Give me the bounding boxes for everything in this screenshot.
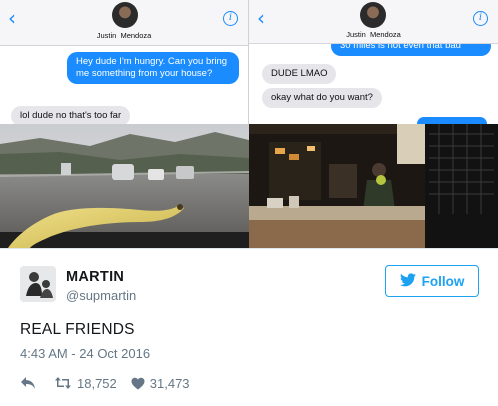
left-chat-screenshot: ‹ Justin Mendoza i Hey dude I'm hungry. …: [0, 0, 249, 124]
reply-icon: [20, 376, 36, 390]
tweet-card: MARTIN @supmartin Follow REAL FRIENDS 4:…: [0, 248, 498, 406]
contact-avatar: [112, 2, 138, 28]
follow-button[interactable]: Follow: [385, 265, 479, 297]
chat-header: ‹ Justin Mendoza i: [0, 0, 248, 46]
twitter-bird-icon: [399, 272, 416, 290]
info-icon: i: [473, 11, 488, 26]
reply-button[interactable]: [20, 376, 36, 390]
received-message-bubble: DUDE LMAO: [262, 64, 337, 84]
display-name[interactable]: MARTIN: [66, 269, 124, 285]
chat-header: ‹ Justin Mendoza i: [249, 0, 498, 44]
highway-banana-photo: [0, 124, 249, 248]
retweet-icon: [54, 376, 72, 390]
user-handle[interactable]: @supmartin: [66, 288, 136, 303]
contact-avatar: [360, 2, 386, 28]
tweet-timestamp[interactable]: 4:43 AM - 24 Oct 2016: [20, 346, 150, 361]
sent-message-bubble-partial: [417, 117, 487, 124]
follow-button-label: Follow: [421, 273, 465, 289]
received-message-bubble: okay what do you want?: [262, 88, 382, 108]
avatar[interactable]: [20, 266, 56, 302]
retweet-count: 18,752: [77, 375, 117, 391]
like-count: 31,473: [149, 375, 190, 391]
tweet-actions: 18,752 31,473: [20, 373, 190, 393]
chevron-left-icon: ‹: [257, 6, 265, 30]
sent-message-bubble: Hey dude I'm hungry. Can you bring me so…: [67, 52, 239, 84]
retweet-button[interactable]: 18,752: [54, 376, 117, 391]
received-message-bubble: lol dude no that's too far: [11, 106, 131, 124]
contact-name: Justin Mendoza: [96, 31, 152, 40]
like-button[interactable]: 31,473: [131, 376, 190, 391]
tweet-text: REAL FRIENDS: [20, 321, 135, 338]
info-icon: i: [223, 11, 238, 26]
heart-icon: [131, 377, 145, 390]
right-chat-screenshot: 30 miles is not even that bad ‹ Justin M…: [249, 0, 498, 124]
chevron-left-icon: ‹: [8, 6, 16, 30]
contact-name: Justin Mendoza: [346, 30, 401, 39]
coffee-shop-photo: [249, 124, 498, 248]
